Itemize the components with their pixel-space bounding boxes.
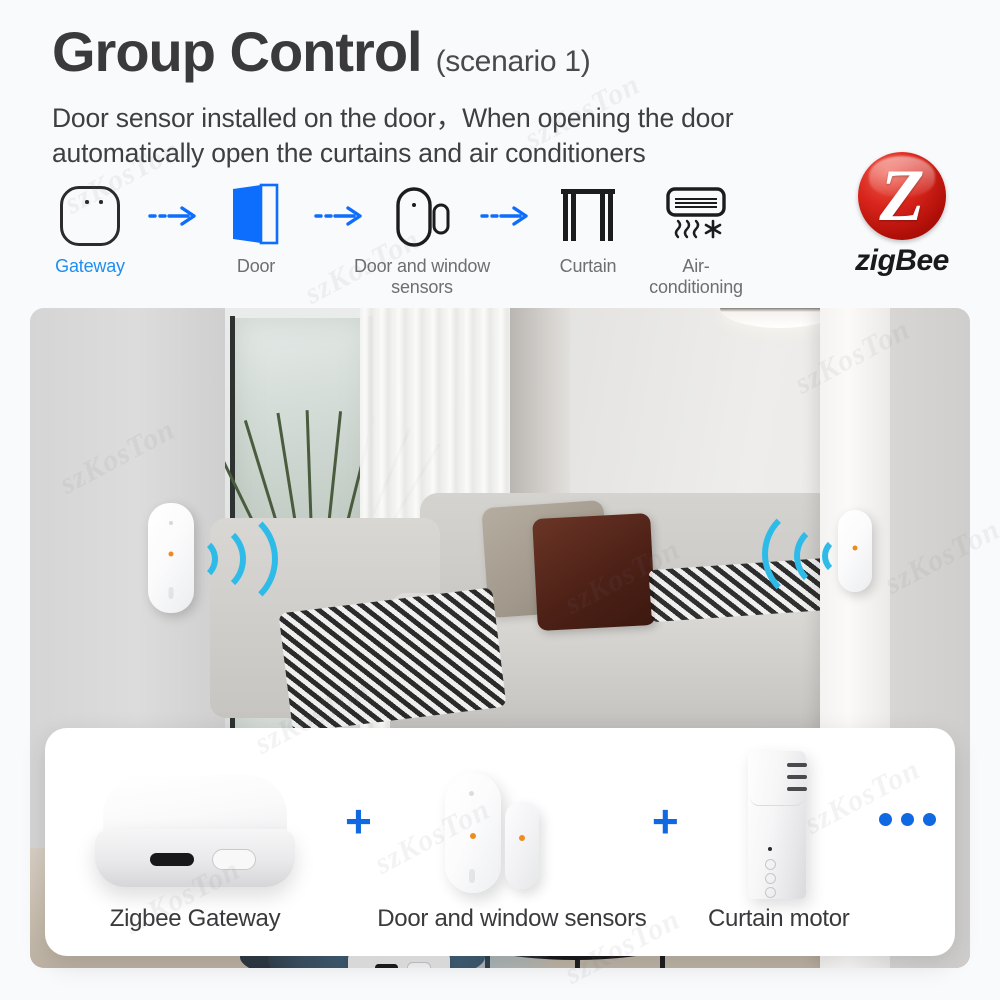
air-conditioner-icon [660, 182, 732, 250]
flow-node-air-conditioning: Air-conditioning [642, 182, 750, 297]
page-title: Group Control (scenario 1) [52, 20, 591, 83]
door-window-sensor-icon [390, 182, 454, 250]
flow-node-door-window-sensor: Door and window sensors [354, 182, 490, 297]
zigbee-gateway-render [95, 751, 295, 899]
zigbee-logo: Z zigBee [832, 152, 972, 280]
card-curtain-button-3 [764, 887, 776, 898]
curtain-motor-render [736, 751, 822, 899]
header-section: Group Control (scenario 1) Door sensor i… [0, 0, 1000, 308]
zigbee-z-letter: Z [879, 155, 925, 237]
title-main-text: Group Control [52, 20, 423, 83]
plus-separator-1: + [345, 795, 372, 847]
more-products-indicator[interactable] [878, 812, 936, 826]
plus-separator-2: + [651, 795, 679, 847]
photo-pillow-brown [532, 512, 656, 632]
gateway-icon [60, 182, 120, 250]
card-curtain-button-2 [764, 873, 776, 884]
photo-signal-waves-right [730, 498, 840, 618]
flow-label-door: Door [236, 256, 276, 276]
flow-arrow-2-icon [310, 182, 368, 250]
card-label-curtain-motor: Curtain motor [708, 905, 850, 932]
flow-node-door: Door [202, 182, 310, 277]
photo-gateway-usb-port [375, 964, 398, 968]
photo-signal-waves-left [202, 500, 312, 620]
flow-label-air-conditioning: Air-conditioning [649, 256, 743, 297]
card-gateway-usb-port [150, 853, 194, 866]
curtain-icon [557, 182, 619, 250]
flow-node-gateway: Gateway [36, 182, 144, 277]
flow-label-gateway: Gateway [55, 256, 125, 276]
device-flow-diagram: Gateway Door Door and window sensors Cur… [36, 182, 826, 302]
card-item-gateway: Zigbee Gateway [45, 751, 345, 933]
flow-label-curtain: Curtain [559, 256, 617, 276]
flow-node-curtain: Curtain [534, 182, 642, 277]
flow-arrow-1-icon [144, 182, 202, 250]
subtitle: Door sensor installed on the door，When o… [52, 101, 734, 171]
card-curtain-button-1 [764, 859, 776, 870]
subtitle-line-2: automatically open the curtains and air … [52, 137, 646, 168]
zigbee-wordmark: zigBee [855, 244, 949, 277]
card-label-gateway: Zigbee Gateway [109, 905, 281, 932]
flow-arrow-3-icon [476, 182, 534, 250]
card-gateway-button [212, 849, 256, 870]
card-item-door-window-sensor: Door and window sensors [372, 751, 652, 933]
card-label-door-window-sensor: Door and window sensors [377, 905, 647, 932]
title-scenario-text: (scenario 1) [435, 45, 591, 78]
flow-label-door-window-sensor: Door and window sensors [353, 256, 491, 297]
product-combination-card: Zigbee Gateway + Door and window sensors… [45, 728, 955, 956]
subtitle-line-1: Door sensor installed on the door，When o… [52, 103, 734, 133]
door-window-sensor-render [439, 751, 584, 899]
card-item-curtain-motor: Curtain motor [679, 751, 879, 933]
zigbee-sphere-icon: Z [858, 152, 946, 240]
door-icon [227, 182, 285, 250]
photo-gateway-button [407, 962, 431, 968]
